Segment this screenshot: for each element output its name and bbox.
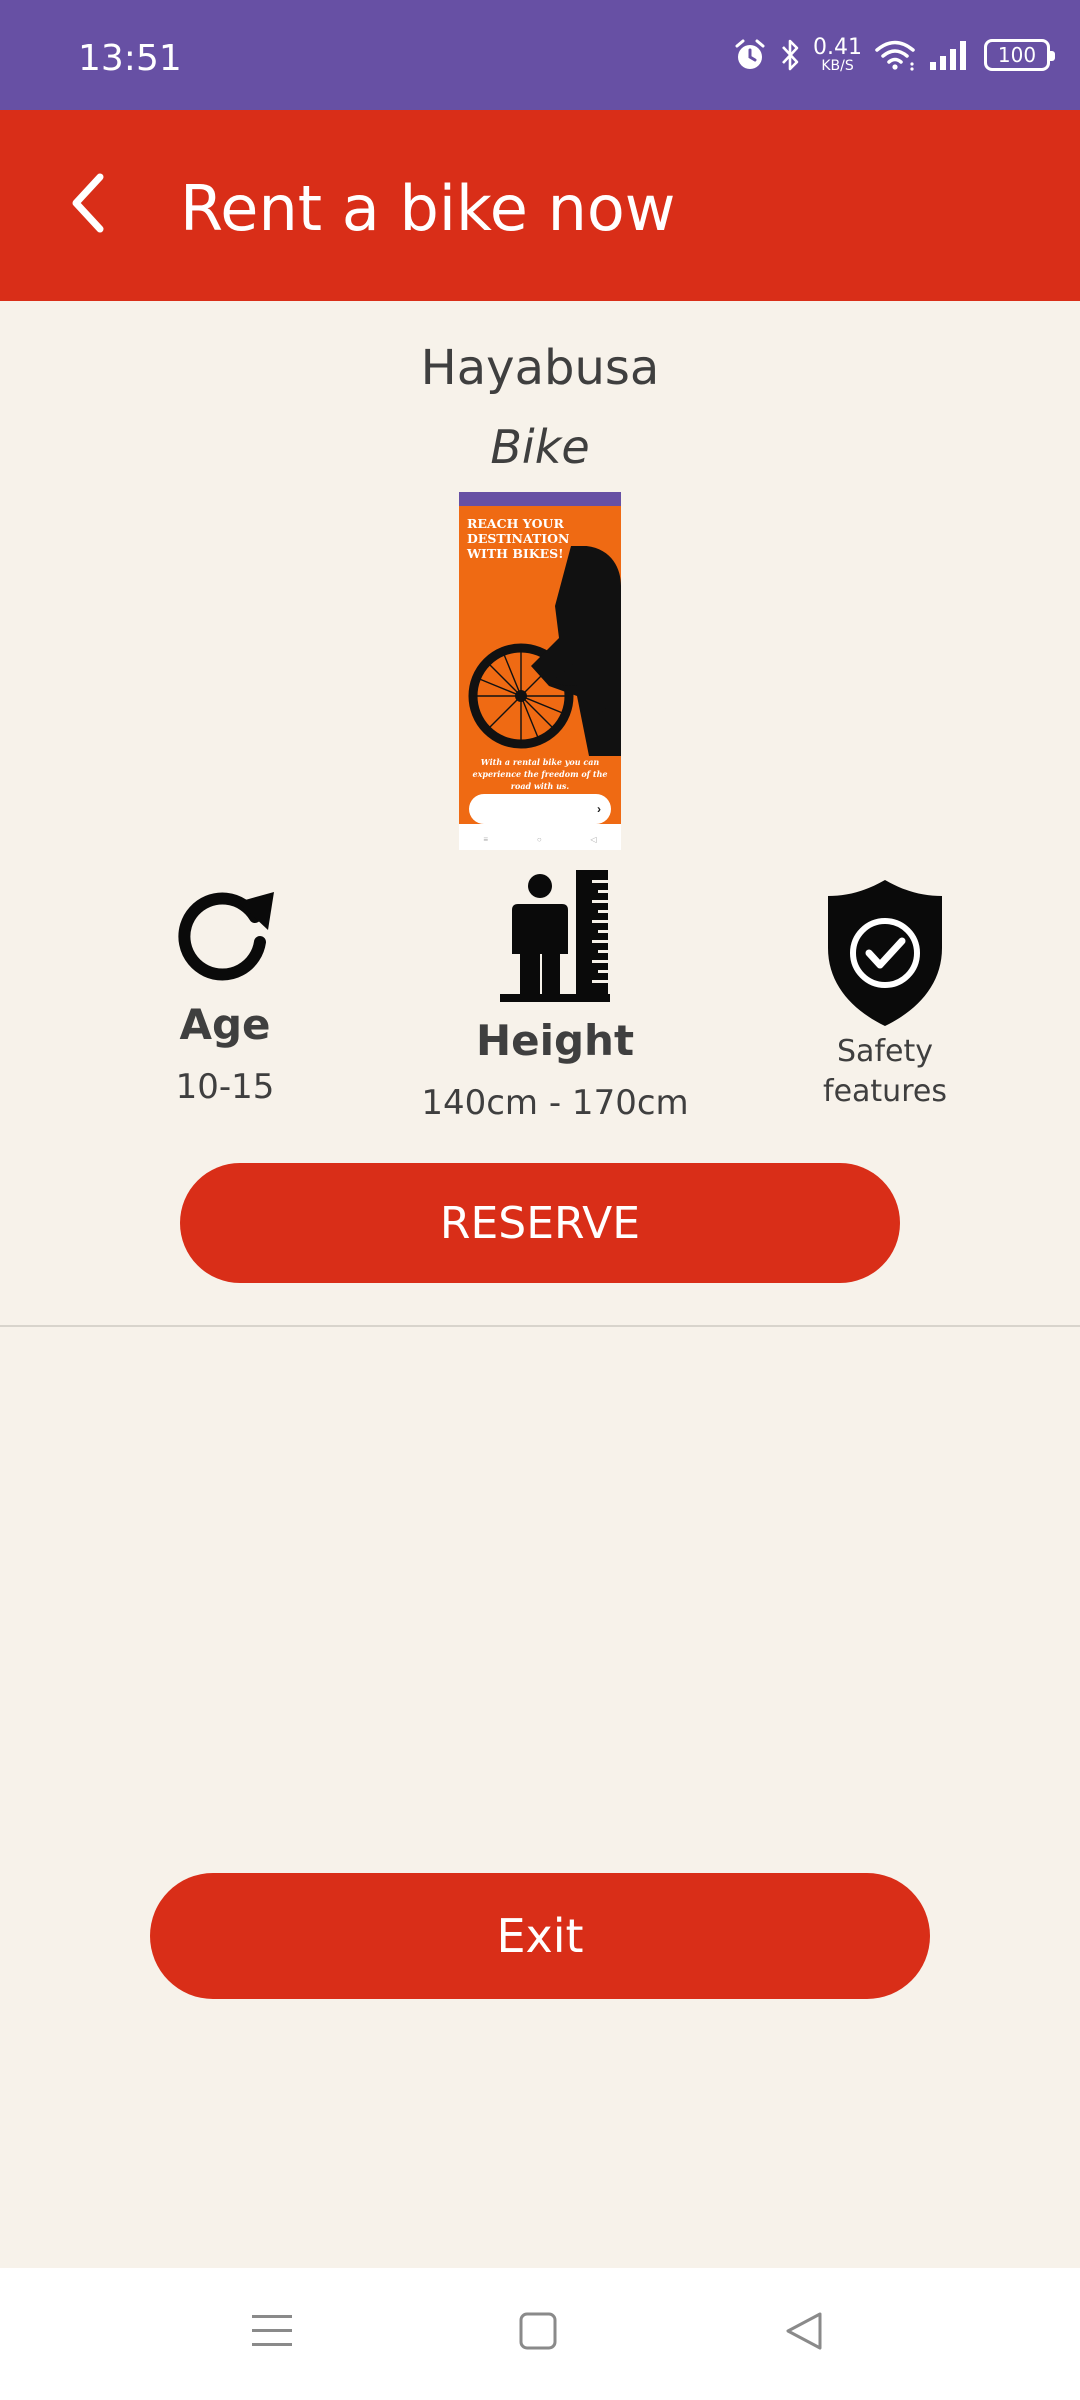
bluetooth-icon bbox=[779, 38, 801, 72]
battery-icon: 100 bbox=[984, 39, 1055, 71]
preview-body-text: With a rental bike you can experience th… bbox=[472, 757, 608, 791]
feature-age: Age 10-15 bbox=[150, 880, 300, 1107]
safety-label: Safety features bbox=[823, 1034, 947, 1109]
app-bar: Rent a bike now bbox=[0, 110, 1080, 301]
wifi-icon bbox=[874, 38, 916, 72]
chevron-left-icon bbox=[66, 171, 110, 240]
preview-nav-bar: ≡ ○ ◁ bbox=[483, 834, 597, 844]
page-title: Rent a bike now bbox=[180, 172, 676, 245]
network-speed-value: 0.41 bbox=[813, 35, 862, 60]
system-nav-bar bbox=[0, 2268, 1080, 2400]
height-measure-icon bbox=[400, 868, 710, 1002]
signal-icon bbox=[928, 38, 972, 72]
status-time: 13:51 bbox=[78, 38, 182, 79]
reserve-button[interactable]: RESERVE bbox=[180, 1163, 900, 1283]
menu-button[interactable] bbox=[242, 2308, 302, 2358]
home-button[interactable] bbox=[508, 2308, 568, 2358]
feature-safety: Safety features bbox=[790, 878, 980, 1112]
menu-icon bbox=[252, 2313, 292, 2354]
cyclist-silhouette-icon bbox=[468, 546, 621, 756]
chevron-right-icon: › bbox=[597, 802, 601, 816]
status-icons: 0.41 KB/S 100 bbox=[733, 30, 1055, 80]
system-back-button[interactable] bbox=[774, 2308, 834, 2358]
alarm-icon bbox=[733, 38, 767, 72]
network-speed-unit: KB/S bbox=[821, 58, 854, 74]
preview-headline: REACH YOUR DESTINATION WITH BIKES! bbox=[467, 516, 570, 561]
product-image: REACH YOUR DESTINATION WITH BIKES! With … bbox=[459, 492, 621, 850]
back-triangle-icon bbox=[784, 2311, 824, 2356]
status-bar: 13:51 0.41 KB/S 100 bbox=[0, 0, 1080, 110]
product-type: Bike bbox=[490, 420, 590, 474]
height-label: Height bbox=[475, 1016, 635, 1065]
product-name: Hayabusa bbox=[420, 340, 660, 396]
refresh-icon bbox=[150, 880, 300, 986]
network-speed: 0.41 KB/S bbox=[813, 35, 862, 74]
height-value: 140cm - 170cm bbox=[421, 1083, 689, 1123]
age-value: 10-15 bbox=[175, 1067, 275, 1107]
divider bbox=[0, 1325, 1080, 1327]
feature-height: Height 140cm - 170cm bbox=[400, 868, 710, 1123]
shield-check-icon bbox=[790, 878, 980, 1028]
preview-status-bar bbox=[459, 492, 621, 506]
preview-poster: REACH YOUR DESTINATION WITH BIKES! With … bbox=[459, 506, 621, 824]
age-label: Age bbox=[179, 1000, 271, 1049]
exit-button[interactable]: Exit bbox=[150, 1873, 930, 1999]
back-button[interactable] bbox=[48, 165, 128, 245]
home-square-icon bbox=[519, 2312, 557, 2355]
preview-button: › bbox=[469, 794, 611, 824]
